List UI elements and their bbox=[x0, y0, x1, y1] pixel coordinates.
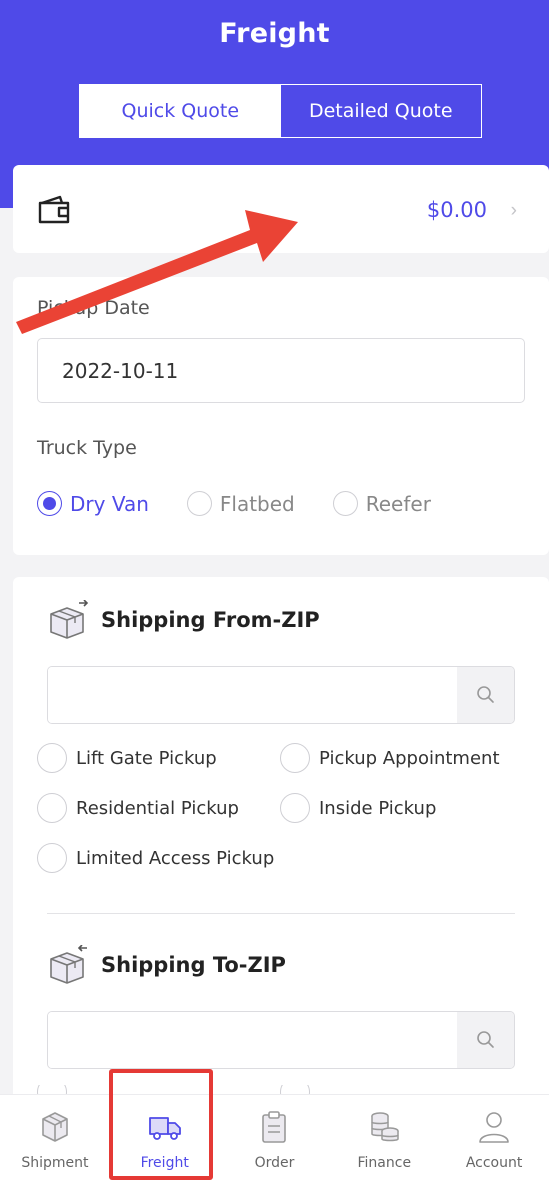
shipping-from-zip bbox=[47, 666, 515, 724]
shipping-from-zip-input[interactable] bbox=[48, 667, 458, 723]
user-icon bbox=[479, 1112, 509, 1143]
page-title: Freight bbox=[219, 18, 330, 49]
nav-shipment[interactable]: Shipment bbox=[0, 1095, 110, 1180]
option-pickup-appointment[interactable]: Pickup Appointment bbox=[280, 743, 500, 773]
pickup-card: Pickup Date 2022-10-11 Truck Type Dry Va… bbox=[13, 277, 549, 555]
checkbox-icon bbox=[280, 743, 310, 773]
tab-quick-quote[interactable]: Quick Quote bbox=[80, 85, 281, 137]
option-limited-access-pickup[interactable]: Limited Access Pickup bbox=[37, 843, 274, 873]
nav-label: Finance bbox=[357, 1155, 412, 1171]
search-button[interactable] bbox=[457, 1012, 514, 1068]
bottom-nav: Shipment Freight Order Finance Account bbox=[0, 1094, 549, 1180]
quote-type-toggle: Quick Quote Detailed Quote bbox=[79, 84, 482, 138]
search-icon bbox=[476, 686, 494, 703]
truck-type-label-flatbed: Flatbed bbox=[219, 491, 295, 516]
truck-type-label-reefer: Reefer bbox=[365, 491, 431, 516]
divider bbox=[47, 913, 515, 914]
wallet-card[interactable]: $0.00 › bbox=[13, 165, 549, 253]
box-incoming-icon bbox=[50, 945, 87, 984]
pickup-date-label: Pickup Date bbox=[37, 297, 150, 319]
shipping-to-title: Shipping To-ZIP bbox=[101, 953, 286, 977]
truck-type-label: Truck Type bbox=[37, 437, 137, 459]
truck-icon bbox=[148, 1117, 181, 1140]
coins-icon bbox=[371, 1112, 400, 1142]
nav-label: Shipment bbox=[21, 1155, 89, 1171]
radio-icon bbox=[332, 491, 358, 516]
box-icon bbox=[42, 1112, 68, 1142]
option-label: Limited Access Pickup bbox=[76, 847, 275, 869]
tab-detailed-quote[interactable]: Detailed Quote bbox=[281, 85, 482, 137]
shipping-to-zip-input[interactable] bbox=[48, 1012, 458, 1068]
nav-freight[interactable]: Freight bbox=[110, 1095, 220, 1180]
nav-label: Freight bbox=[140, 1155, 189, 1171]
option-inside-pickup[interactable]: Inside Pickup bbox=[280, 793, 436, 823]
pickup-date-field[interactable]: 2022-10-11 bbox=[37, 338, 525, 403]
shipping-to-zip bbox=[47, 1011, 515, 1069]
search-button[interactable] bbox=[457, 667, 514, 723]
box-outgoing-icon bbox=[50, 600, 89, 639]
wallet-balance: $0.00 bbox=[426, 198, 487, 222]
truck-type-group: Dry Van Flatbed Reefer bbox=[37, 491, 469, 516]
search-icon bbox=[476, 1031, 494, 1048]
truck-type-label-dry-van: Dry Van bbox=[70, 491, 149, 516]
nav-label: Account bbox=[465, 1155, 523, 1171]
option-label: Residential Pickup bbox=[76, 797, 239, 819]
checkbox-icon bbox=[280, 793, 310, 823]
checkbox-icon bbox=[37, 793, 67, 823]
nav-label: Order bbox=[254, 1155, 295, 1171]
nav-account[interactable]: Account bbox=[439, 1095, 549, 1180]
truck-type-dry-van[interactable]: Dry Van bbox=[37, 491, 149, 516]
nav-finance[interactable]: Finance bbox=[329, 1095, 439, 1180]
truck-type-flatbed[interactable]: Flatbed bbox=[186, 491, 295, 516]
radio-icon bbox=[186, 491, 212, 516]
option-label: Inside Pickup bbox=[319, 797, 437, 819]
wallet-icon bbox=[38, 195, 70, 224]
nav-order[interactable]: Order bbox=[220, 1095, 330, 1180]
option-residential-pickup[interactable]: Residential Pickup bbox=[37, 793, 239, 823]
checkbox-icon bbox=[37, 743, 67, 773]
shipping-from-header: Shipping From-ZIP bbox=[47, 600, 320, 640]
option-label: Pickup Appointment bbox=[319, 747, 500, 769]
shipping-to-header: Shipping To-ZIP bbox=[47, 945, 286, 985]
shipping-from-title: Shipping From-ZIP bbox=[101, 608, 320, 632]
option-lift-gate-pickup[interactable]: Lift Gate Pickup bbox=[37, 743, 217, 773]
truck-type-reefer[interactable]: Reefer bbox=[332, 491, 431, 516]
radio-selected-icon bbox=[37, 491, 62, 516]
chevron-right-icon: › bbox=[510, 200, 517, 221]
shipping-card: Shipping From-ZIP Lift Gate Pickup Picku… bbox=[13, 577, 549, 1099]
option-label: Lift Gate Pickup bbox=[76, 747, 217, 769]
checkbox-icon bbox=[37, 843, 67, 873]
clipboard-icon bbox=[262, 1111, 287, 1143]
